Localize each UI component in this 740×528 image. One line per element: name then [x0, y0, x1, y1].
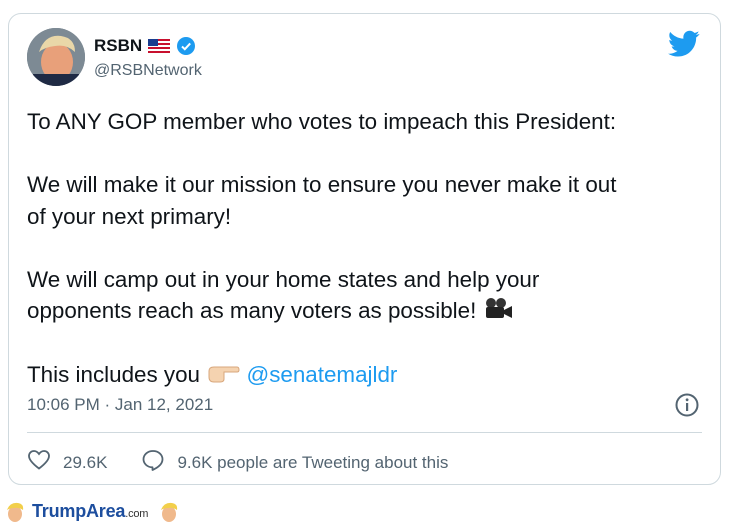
tweet-line: of your next primary!	[27, 203, 232, 229]
tweet-line: This includes you @senatemajldr	[27, 359, 707, 392]
site-logo[interactable]: TrumpArea.com	[32, 501, 148, 522]
avatar[interactable]	[27, 28, 85, 86]
tweet-line: We will camp out in your home states and…	[27, 266, 540, 292]
us-flag-icon	[148, 39, 171, 53]
trump-face-logo-icon	[4, 501, 26, 523]
author-handle[interactable]: @RSBNetwork	[94, 62, 202, 80]
tweet-line-text: opponents reach as many voters as possib…	[27, 298, 477, 323]
like-count: 29.6K	[63, 452, 108, 472]
like-button[interactable]: 29.6K	[27, 448, 107, 477]
tweet-line: We will make it our mission to ensure yo…	[27, 172, 617, 197]
trump-face-logo-icon	[158, 501, 180, 523]
info-icon[interactable]	[674, 392, 700, 418]
people-tweeting-link[interactable]: 9.6K people are Tweeting about this	[141, 448, 448, 477]
engagement-row: 29.6K 9.6K people are Tweeting about thi…	[27, 448, 448, 477]
verified-badge-icon	[176, 36, 196, 56]
brand-main: TrumpArea	[32, 501, 126, 521]
pointing-hand-emoji-icon	[206, 361, 240, 393]
tweet-line-text: This includes you	[27, 362, 200, 388]
movie-camera-emoji-icon	[483, 296, 513, 328]
brand-tld: .com	[125, 508, 149, 520]
speech-bubble-icon	[141, 448, 165, 477]
divider	[27, 432, 702, 433]
tweet-text: To ANY GOP member who votes to impeach t…	[27, 106, 707, 392]
people-tweeting-text: 9.6K people are Tweeting about this	[177, 452, 449, 472]
tweet-card[interactable]: RSBN @RSBNetwork To ANY GOP member who v…	[8, 13, 721, 485]
mention-link[interactable]: @senatemajldr	[246, 362, 397, 387]
twitter-bird-icon[interactable]	[668, 30, 700, 58]
tweet-line: opponents reach as many voters as possib…	[27, 295, 707, 328]
heart-icon	[27, 448, 51, 477]
site-footer: TrumpArea.com	[0, 498, 740, 525]
author-name[interactable]: RSBN	[94, 36, 142, 56]
tweet-timestamp[interactable]: 10:06 PM · Jan 12, 2021	[27, 395, 213, 415]
tweet-line: To ANY GOP member who votes to impeach t…	[27, 109, 617, 134]
